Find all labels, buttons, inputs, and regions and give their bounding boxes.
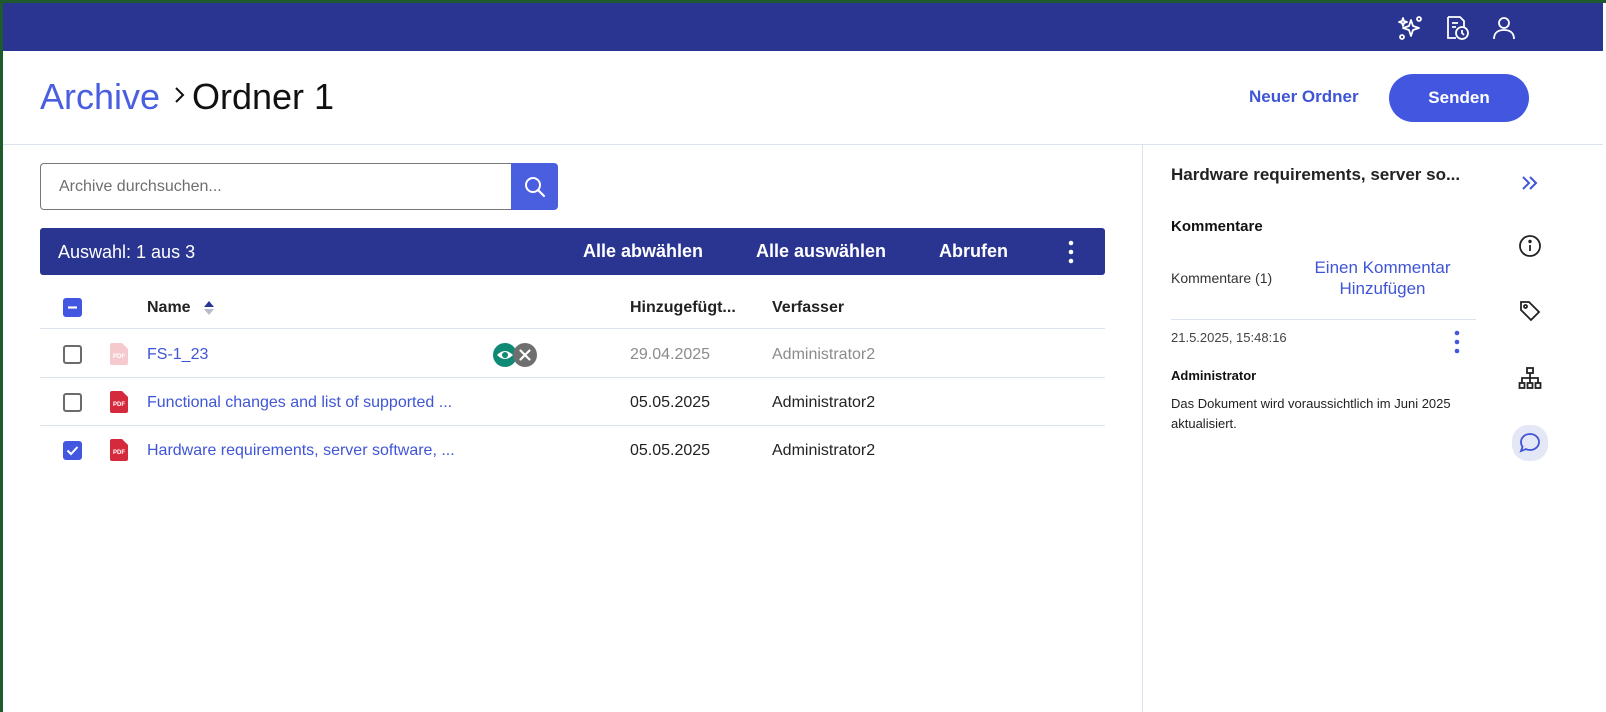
- retrieve-button[interactable]: Abrufen: [939, 241, 1008, 262]
- table-row[interactable]: PDF FS-1_23 29.04.2025 Administrator2: [40, 329, 1105, 378]
- author-name: Administrator2: [772, 346, 876, 363]
- file-name-link[interactable]: Functional changes and list of supported…: [147, 394, 452, 412]
- info-icon[interactable]: [1514, 230, 1546, 262]
- added-date: 29.04.2025: [630, 346, 711, 363]
- row-checkbox[interactable]: [63, 393, 82, 412]
- file-name-link[interactable]: FS-1_23: [147, 346, 208, 364]
- pdf-file-icon: PDF: [110, 391, 128, 413]
- search-button[interactable]: [511, 163, 558, 210]
- column-header-author[interactable]: Verfasser: [772, 299, 844, 317]
- divider: [1171, 319, 1476, 320]
- column-header-name[interactable]: Name: [147, 299, 191, 317]
- pdf-file-icon: PDF: [110, 343, 128, 365]
- svg-text:PDF: PDF: [113, 354, 125, 360]
- document-history-icon[interactable]: [1443, 14, 1471, 42]
- status-badges: [493, 343, 537, 367]
- file-name-link[interactable]: Hardware requirements, server software, …: [147, 442, 455, 460]
- tag-icon[interactable]: [1514, 295, 1546, 327]
- added-date: 05.05.2025: [630, 442, 711, 459]
- top-bar: [3, 3, 1603, 51]
- selection-bar: Auswahl: 1 aus 3 Alle abwählen Alle ausw…: [40, 228, 1105, 275]
- comment-icon[interactable]: [1512, 425, 1548, 461]
- pdf-file-icon: PDF: [110, 439, 128, 461]
- comment-text: Das Dokument wird voraussichtlich im Jun…: [1171, 396, 1451, 431]
- author-name: Administrator2: [772, 394, 876, 411]
- select-all-checkbox[interactable]: [63, 298, 82, 317]
- comment-date: 21.5.2025, 15:48:16: [1171, 330, 1287, 345]
- chevron-right-icon: [175, 87, 185, 103]
- user-icon[interactable]: [1490, 14, 1518, 42]
- hierarchy-icon[interactable]: [1514, 362, 1546, 394]
- comment-author: Administrator: [1171, 368, 1257, 383]
- comment-more-icon[interactable]: [1447, 329, 1467, 357]
- search-input[interactable]: [40, 163, 512, 210]
- page-title: Ordner 1: [192, 76, 335, 117]
- author-name: Administrator2: [772, 442, 876, 459]
- new-folder-button[interactable]: Neuer Ordner: [1249, 87, 1359, 107]
- table-row[interactable]: PDF Hardware requirements, server softwa…: [40, 426, 1105, 474]
- column-header-added[interactable]: Hinzugefügt...: [630, 299, 736, 317]
- sparkle-icon[interactable]: [1397, 14, 1425, 42]
- more-vertical-icon[interactable]: [1061, 238, 1081, 266]
- close-badge-icon[interactable]: [513, 343, 537, 367]
- search-box: [40, 163, 558, 210]
- svg-text:PDF: PDF: [113, 450, 125, 456]
- row-checkbox[interactable]: [63, 345, 82, 364]
- comments-count: Kommentare (1): [1171, 270, 1273, 286]
- svg-text:PDF: PDF: [113, 402, 125, 408]
- search-icon: [524, 176, 545, 197]
- documents-table: Name Hinzugefügt... Verfasser PDF FS-1_2…: [40, 286, 1105, 474]
- sort-icon[interactable]: [202, 299, 216, 317]
- deselect-all-button[interactable]: Alle abwählen: [583, 241, 703, 262]
- table-row[interactable]: PDF Functional changes and list of suppo…: [40, 378, 1105, 426]
- page-header: Archive Ordner 1 Neuer Ordner Senden: [3, 51, 1603, 145]
- panel-title: Hardware requirements, server so...: [1171, 165, 1461, 184]
- add-comment-button[interactable]: Einen Kommentar Hinzufügen: [1290, 257, 1475, 299]
- breadcrumb-root[interactable]: Archive: [40, 76, 160, 118]
- collapse-panel-icon[interactable]: [1514, 167, 1546, 199]
- select-all-button[interactable]: Alle auswählen: [756, 241, 886, 262]
- table-header: Name Hinzugefügt... Verfasser: [40, 286, 1105, 329]
- panel-divider: [1142, 145, 1143, 712]
- comments-heading: Kommentare: [1171, 218, 1263, 235]
- added-date: 05.05.2025: [630, 394, 711, 411]
- row-checkbox[interactable]: [63, 441, 82, 460]
- send-button[interactable]: Senden: [1389, 74, 1529, 122]
- selection-count: Auswahl: 1 aus 3: [58, 242, 196, 262]
